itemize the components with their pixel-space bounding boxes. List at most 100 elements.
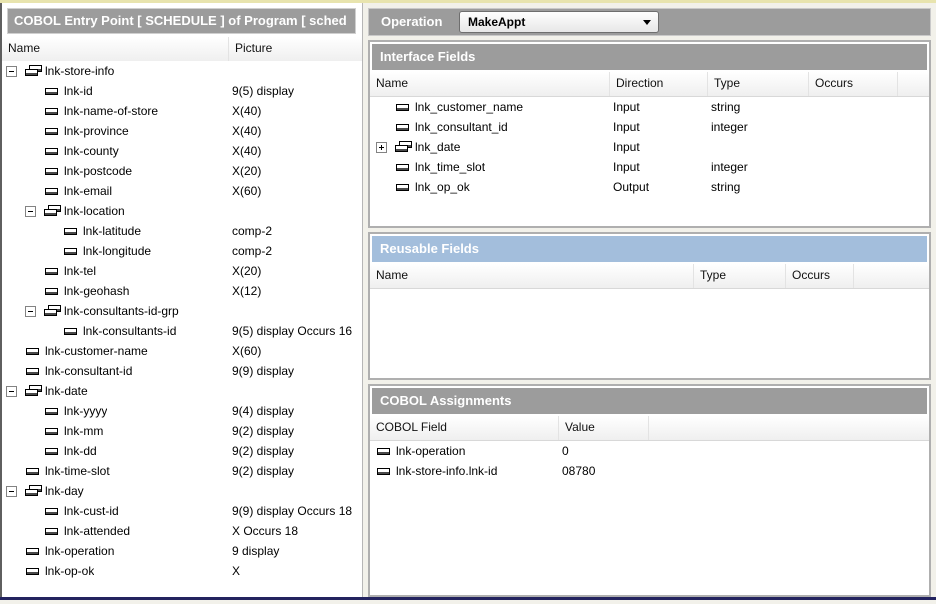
tree-row[interactable]: lnk-date	[2, 381, 362, 401]
tree-indent	[6, 511, 25, 512]
field-name: lnk-op-ok	[45, 564, 94, 578]
column-header-name[interactable]: Name	[370, 72, 609, 96]
field-icon	[25, 545, 42, 557]
tree-row[interactable]: lnk-location	[2, 201, 362, 221]
tree-row[interactable]: lnk-longitude comp-2	[2, 241, 362, 261]
field-name: lnk-email	[64, 184, 112, 198]
expander-icon[interactable]	[6, 486, 17, 497]
tree-row[interactable]: lnk-postcode X(20)	[2, 161, 362, 181]
column-header-type[interactable]: Type	[693, 264, 785, 288]
tree-row[interactable]: lnk-email X(60)	[2, 181, 362, 201]
field-icon	[25, 465, 42, 477]
tree-row[interactable]: lnk-consultant-id 9(9) display	[2, 361, 362, 381]
field-name: lnk-longitude	[83, 244, 151, 258]
field-picture: 9(9) display	[228, 361, 362, 381]
interface-field-name-cell: lnk_time_slot	[370, 157, 609, 177]
column-header-occurs[interactable]: Occurs	[808, 72, 897, 96]
group-item-icon	[395, 141, 412, 153]
cobol-assignments-list: lnk-operation 0 lnk-store-info.lnk-id 08…	[370, 441, 929, 481]
assignment-field-cell: lnk-store-info.lnk-id	[370, 461, 558, 481]
tree-row[interactable]: lnk-tel X(20)	[2, 261, 362, 281]
field-icon	[44, 505, 61, 517]
group-item-icon	[44, 305, 61, 317]
column-header-name[interactable]: Name	[370, 264, 693, 288]
tree-row[interactable]: lnk-cust-id 9(9) display Occurs 18	[2, 501, 362, 521]
column-header-cobol-field[interactable]: COBOL Field	[370, 416, 558, 440]
tree-row[interactable]: lnk-consultants-id 9(5) display Occurs 1…	[2, 321, 362, 341]
cobol-assignments-column-header: COBOL Field Value	[370, 416, 929, 441]
tree-indent	[6, 231, 44, 232]
assignment-field-name: lnk-store-info.lnk-id	[396, 464, 497, 478]
assignment-row[interactable]: lnk-operation 0	[370, 441, 929, 461]
expander-icon[interactable]	[376, 142, 387, 153]
cobol-entry-point-panel: COBOL Entry Point [ SCHEDULE ] of Progra…	[0, 3, 363, 597]
field-picture: X	[228, 561, 362, 581]
operation-selected-value: MakeAppt	[468, 15, 525, 29]
tree-row[interactable]: lnk-attended X Occurs 18	[2, 521, 362, 541]
field-icon	[395, 121, 412, 133]
field-name: lnk-location	[64, 204, 125, 218]
column-header-type[interactable]: Type	[707, 72, 808, 96]
tree-row-name-cell: lnk-consultants-id-grp	[2, 301, 228, 321]
tree-row[interactable]: lnk-county X(40)	[2, 141, 362, 161]
operation-select[interactable]: MakeAppt	[459, 11, 659, 33]
tree-row[interactable]: lnk-operation 9 display	[2, 541, 362, 561]
tree-row[interactable]: lnk-yyyy 9(4) display	[2, 401, 362, 421]
field-name: lnk-province	[64, 124, 129, 138]
tree-row-name-cell: lnk-attended	[2, 521, 228, 541]
field-icon	[63, 245, 80, 257]
tree-row-name-cell: lnk-county	[2, 141, 228, 161]
expander-icon[interactable]	[25, 306, 36, 317]
tree-row[interactable]: lnk-time-slot 9(2) display	[2, 461, 362, 481]
column-header-value[interactable]: Value	[558, 416, 648, 440]
field-name: lnk_customer_name	[415, 100, 523, 114]
interface-field-row[interactable]: lnk_date Input	[370, 137, 929, 157]
field-icon	[376, 445, 393, 457]
field-direction: Output	[609, 177, 707, 197]
tree-row[interactable]: lnk-day	[2, 481, 362, 501]
tree-row[interactable]: lnk-customer-name X(60)	[2, 341, 362, 361]
field-icon	[44, 285, 61, 297]
column-header-picture[interactable]: Picture	[228, 37, 362, 61]
field-name: lnk_time_slot	[415, 160, 485, 174]
field-picture: 9(5) display Occurs 16	[228, 321, 362, 341]
tree-row[interactable]: lnk-dd 9(2) display	[2, 441, 362, 461]
tree-row[interactable]: lnk-geohash X(12)	[2, 281, 362, 301]
interface-field-row[interactable]: lnk_time_slot Input integer	[370, 157, 929, 177]
tree-row[interactable]: lnk-op-ok X	[2, 561, 362, 581]
tree-row[interactable]: lnk-name-of-store X(40)	[2, 101, 362, 121]
column-header-name[interactable]: Name	[2, 37, 228, 61]
field-name: lnk-yyyy	[64, 404, 107, 418]
group-item-icon	[25, 485, 42, 497]
tree-row[interactable]: lnk-mm 9(2) display	[2, 421, 362, 441]
interface-field-row[interactable]: lnk_consultant_id Input integer	[370, 117, 929, 137]
tree-row[interactable]: lnk-latitude comp-2	[2, 221, 362, 241]
expander-icon[interactable]	[6, 386, 17, 397]
interface-field-row[interactable]: lnk_op_ok Output string	[370, 177, 929, 197]
interface-field-name-cell: lnk_customer_name	[370, 97, 609, 117]
column-header-occurs[interactable]: Occurs	[785, 264, 853, 288]
field-icon	[44, 165, 61, 177]
chevron-down-icon[interactable]	[643, 20, 651, 25]
interface-field-row[interactable]: lnk_customer_name Input string	[370, 97, 929, 117]
tree-indent	[6, 451, 25, 452]
tree-row[interactable]: lnk-id 9(5) display	[2, 81, 362, 101]
tree-row[interactable]: lnk-province X(40)	[2, 121, 362, 141]
tree-row[interactable]: lnk-store-info	[2, 61, 362, 81]
expander-icon[interactable]	[6, 66, 17, 77]
column-header-spacer	[853, 264, 929, 288]
cobol-assignments-header[interactable]: COBOL Assignments	[372, 388, 927, 414]
tree-row-name-cell: lnk-op-ok	[2, 561, 228, 581]
field-direction: Input	[609, 117, 707, 137]
assignment-value: 0	[558, 441, 648, 461]
reusable-fields-header[interactable]: Reusable Fields	[372, 236, 927, 262]
tree-indent	[6, 271, 25, 272]
expander-icon[interactable]	[25, 206, 36, 217]
tree-row[interactable]: lnk-consultants-id-grp	[2, 301, 362, 321]
assignment-row[interactable]: lnk-store-info.lnk-id 08780	[370, 461, 929, 481]
interface-fields-header[interactable]: Interface Fields	[372, 44, 927, 70]
column-header-direction[interactable]: Direction	[609, 72, 707, 96]
column-header-spacer	[648, 416, 929, 440]
field-name: lnk-store-info	[45, 64, 114, 78]
tree-indent	[6, 251, 44, 252]
